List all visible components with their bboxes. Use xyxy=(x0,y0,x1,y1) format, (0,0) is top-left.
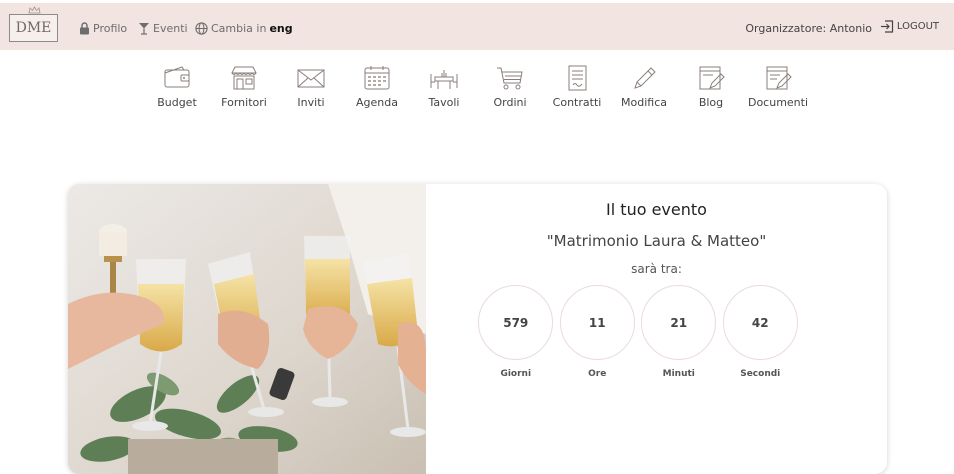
countdown-seconds-label: Secondi xyxy=(740,369,781,379)
icon-menu: Budget Fornitori Inviti Agenda Tavoli Or… xyxy=(0,64,954,114)
envelope-icon xyxy=(297,69,325,88)
cocktail-glass-icon xyxy=(139,22,149,35)
event-countdown-caption: sarà tra: xyxy=(631,262,682,276)
lock-icon xyxy=(80,21,89,34)
table-icon xyxy=(430,70,458,89)
countdown-days-label: Giorni xyxy=(500,369,532,379)
language-value: eng xyxy=(269,21,293,35)
logo-text: DME xyxy=(15,20,52,36)
countdown-seconds: 42 Secondi xyxy=(720,285,802,379)
shop-icon xyxy=(231,66,257,90)
profile-link[interactable]: Profilo xyxy=(79,20,127,36)
language-switch[interactable]: Cambia in eng xyxy=(195,20,293,36)
countdown-minutes-value: 21 xyxy=(641,285,717,360)
pencil-icon xyxy=(634,67,656,89)
organizer-name: Organizzatore: Antonio xyxy=(745,22,872,35)
top-stripe xyxy=(303,0,954,3)
event-photo xyxy=(68,184,426,474)
countdown-hours-label: Ore xyxy=(588,369,607,379)
documents-icon xyxy=(766,66,792,90)
app-logo[interactable]: DME xyxy=(9,6,58,42)
calendar-icon xyxy=(364,66,390,90)
events-label: Eventi xyxy=(153,21,188,35)
globe-icon xyxy=(195,21,208,35)
logout-label: LOGOUT xyxy=(896,21,939,32)
crown-icon xyxy=(28,6,41,14)
menu-label-documenti: Documenti xyxy=(747,96,809,109)
profile-label: Profilo xyxy=(93,21,128,35)
top-bar: DME Profilo Eventi Cambia in eng Organiz… xyxy=(0,0,954,50)
countdown: 579 Giorni 11 Ore 21 Minuti 42 Secondi xyxy=(475,285,801,379)
language-label: Cambia in xyxy=(211,21,267,35)
countdown-hours-value: 11 xyxy=(559,285,635,360)
champagne-toast-illustration xyxy=(68,184,426,474)
logout-button[interactable]: LOGOUT xyxy=(880,20,939,33)
blog-icon xyxy=(699,66,725,90)
countdown-minutes: 21 Minuti xyxy=(638,285,720,379)
event-card: Il tuo evento "Matrimonio Laura & Matteo… xyxy=(68,184,887,474)
menu-item-documenti[interactable]: Documenti xyxy=(738,64,818,109)
events-link[interactable]: Eventi xyxy=(138,20,188,36)
countdown-minutes-label: Minuti xyxy=(662,369,695,379)
wallet-icon xyxy=(164,66,190,88)
countdown-seconds-value: 42 xyxy=(722,285,798,360)
countdown-days: 579 Giorni xyxy=(475,285,557,379)
countdown-days-value: 579 xyxy=(478,285,554,360)
event-name: "Matrimonio Laura & Matteo" xyxy=(546,232,767,250)
cart-icon xyxy=(497,67,523,90)
logout-icon xyxy=(880,20,893,33)
contract-icon xyxy=(568,65,587,91)
event-title: Il tuo evento xyxy=(606,200,707,219)
countdown-hours: 11 Ore xyxy=(557,285,639,379)
